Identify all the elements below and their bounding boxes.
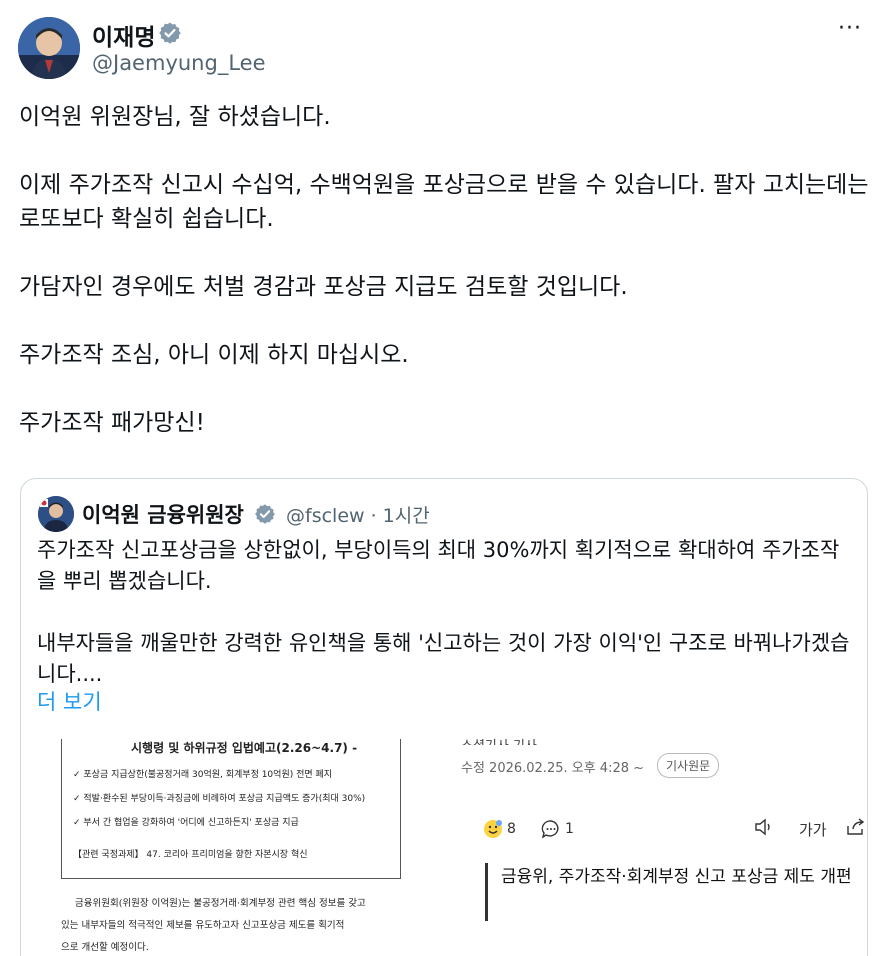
comment-number: 1 bbox=[565, 821, 574, 837]
verified-badge-icon bbox=[159, 22, 181, 44]
reaction-number: 8 bbox=[507, 821, 516, 837]
quote-handle-time[interactable]: @fsclew · 1시간 bbox=[286, 501, 430, 528]
doc-heading: 시행령 및 하위규정 입법예고(2.26~4.7) - bbox=[131, 741, 358, 755]
tweet-paragraph: 이억원 위원장님, 잘 하셨습니다. bbox=[19, 104, 331, 130]
author-name[interactable]: 이재명 bbox=[92, 18, 155, 52]
quote-author-name[interactable]: 이억원 금융위원장 bbox=[82, 499, 244, 529]
comment-count: 1 bbox=[541, 819, 574, 839]
quote-paragraph: 내부자들을 깨울만한 강력한 유인책을 통해 '신고하는 것이 가장 이익'인 … bbox=[37, 631, 850, 686]
show-more-link[interactable]: 더 보기 bbox=[37, 686, 102, 716]
tweet-paragraph: 주가조작 패가망신! bbox=[19, 410, 205, 436]
doc-bullet: ✓ 포상금 지급상한(불공정거래 30억원, 회계부정 10억원) 전면 폐지 bbox=[73, 770, 333, 780]
author-handle[interactable]: @Jaemyung_Lee bbox=[92, 51, 266, 75]
comment-icon bbox=[541, 820, 559, 839]
tweet-paragraph: 가담자인 경우에도 처벌 경감과 포상금 지급도 검토할 것입니다. bbox=[19, 274, 628, 300]
doc-body-line: 으로 개선할 예정이다. bbox=[61, 942, 149, 953]
quote-text: 주가조작 신고포상금을 상한없이, 부당이득의 최대 30%까지 획기적으로 확… bbox=[37, 535, 857, 721]
press-release-document: 시행령 및 하위규정 입법예고(2.26~4.7) - ✓ 포상금 지급상한(불… bbox=[61, 739, 441, 956]
quote-paragraph: 주가조작 신고포상금을 상한없이, 부당이득의 최대 30%까지 획기적으로 확… bbox=[37, 538, 840, 593]
quote-author-avatar[interactable] bbox=[38, 496, 74, 532]
doc-body-line: 금융위원회(위원장 이억원)는 불공정거래·회계부정 관련 핵심 정보를 갖고 bbox=[75, 898, 366, 909]
verified-badge-icon bbox=[255, 504, 275, 524]
news-timestamp: 수정 2026.02.25. 오후 4:28 ~ bbox=[461, 761, 645, 776]
doc-bullet: ✓ 부서 간 협업을 강화하여 '어디에 신고하든지' 포상금 지급 bbox=[73, 818, 299, 828]
tweet-paragraph: 주가조작 조심, 아니 이제 하지 마십시오. bbox=[19, 342, 409, 368]
more-options-icon[interactable]: ··· bbox=[838, 16, 862, 41]
original-article-badge: 기사원문 bbox=[657, 753, 720, 778]
news-headline: 금융위, 주가조작·회계부정 신고 포상금 제도 개편 bbox=[501, 867, 852, 887]
headline-bar bbox=[485, 863, 488, 921]
doc-body-line: 있는 내부자들의 적극적인 제보를 유도하고자 신고포상금 제도를 획기적 bbox=[61, 920, 345, 931]
reaction-count: 8 bbox=[483, 819, 516, 839]
tweet-paragraph: 이제 주가조작 신고시 수십억, 수백억원을 포상금으로 받을 수 있습니다. … bbox=[19, 172, 869, 232]
quoted-tweet-card[interactable]: 이억원 금융위원장 @fsclew · 1시간 주가조작 신고포상금을 상한없이… bbox=[20, 478, 868, 956]
font-size-label: 가가 bbox=[799, 821, 827, 839]
news-cut-text: 소셜기사 기사 bbox=[461, 735, 537, 745]
news-article-screenshot: 소셜기사 기사 수정 2026.02.25. 오후 4:28 ~ 기사원문 8 … bbox=[461, 727, 865, 956]
doc-related-task: 【관련 국정과제】 47. 코리아 프리미엄을 향한 자본시장 혁신 bbox=[73, 850, 308, 860]
smile-reaction-icon bbox=[484, 820, 502, 838]
tweet-text: 이억원 위원장님, 잘 하셨습니다. 이제 주가조작 신고시 수십억, 수백억원… bbox=[19, 100, 869, 474]
speaker-icon bbox=[755, 818, 770, 836]
doc-bullet: ✓ 적발·환수된 부당이득·과징금에 비례하여 포상금 지급액도 증가(최대 3… bbox=[73, 794, 366, 804]
quote-media-image[interactable]: 시행령 및 하위규정 입법예고(2.26~4.7) - ✓ 포상금 지급상한(불… bbox=[21, 727, 867, 956]
author-avatar[interactable] bbox=[18, 17, 80, 79]
share-icon bbox=[847, 818, 865, 835]
